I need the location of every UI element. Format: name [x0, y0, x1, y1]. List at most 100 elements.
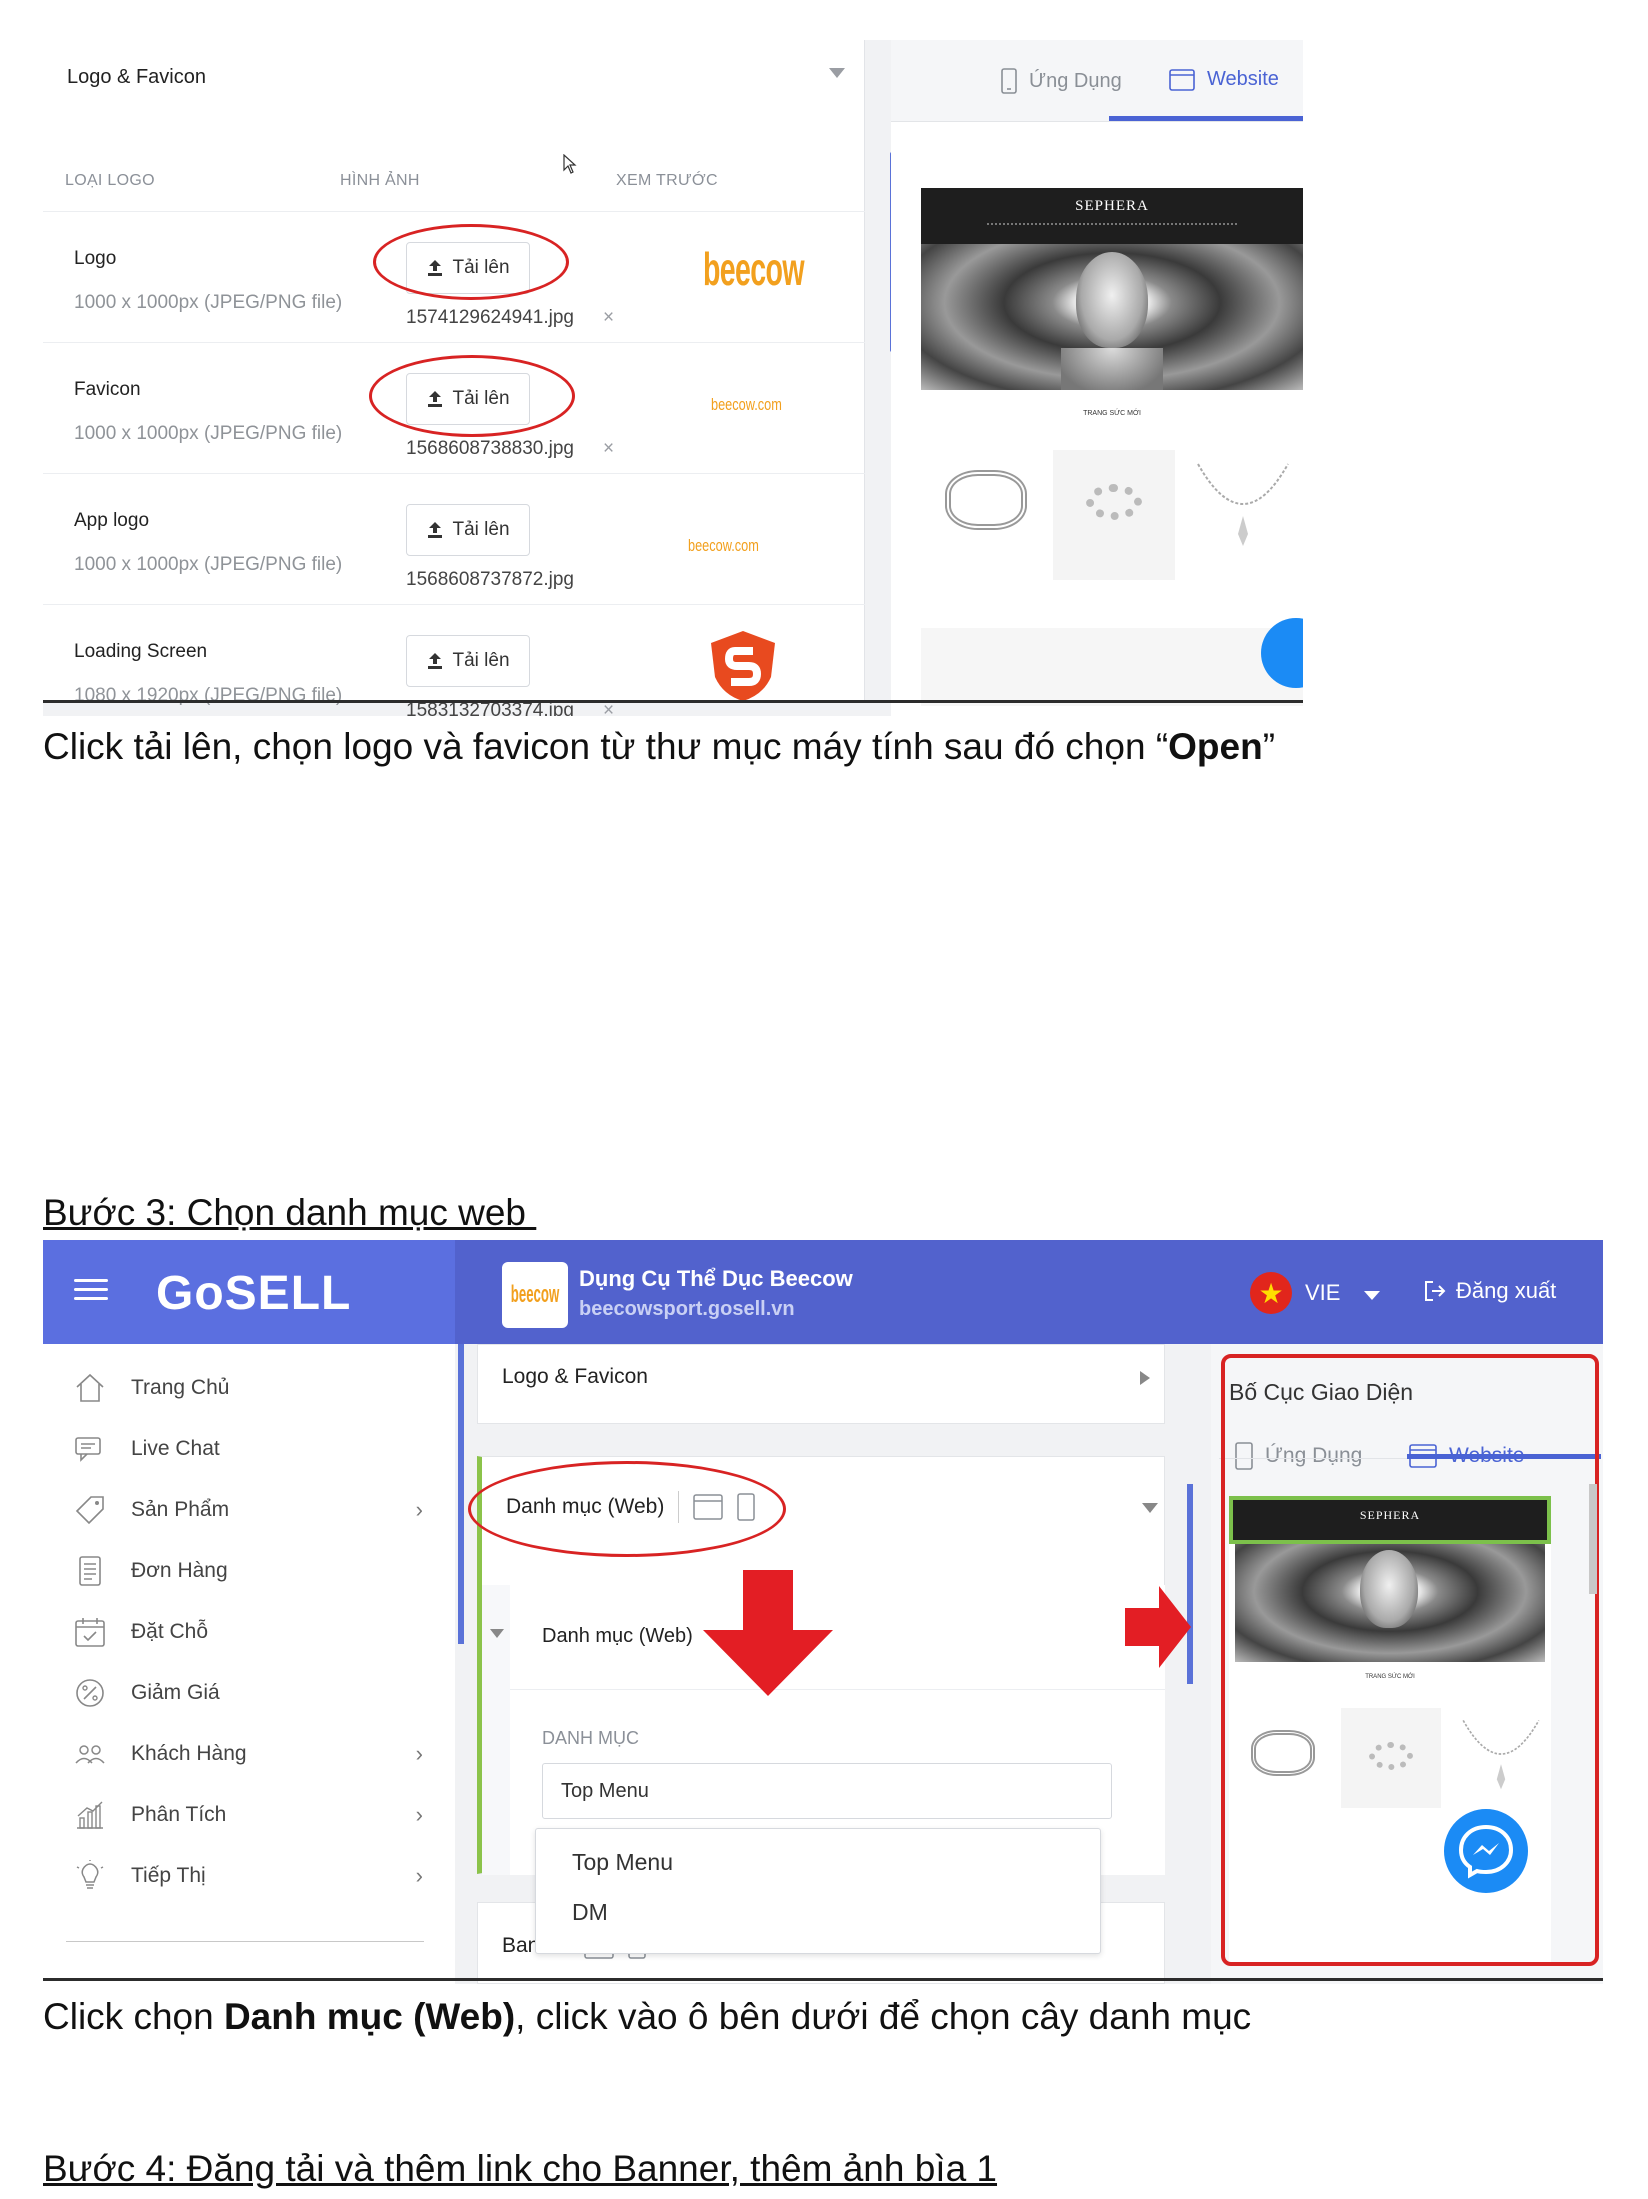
sidebar-item-label: Khách Hàng — [131, 1742, 247, 1765]
panel-title: Logo & Favicon — [67, 66, 206, 88]
chat-icon — [75, 1437, 101, 1462]
dropdown-option[interactable]: DM — [572, 1899, 608, 1926]
calendar-icon — [75, 1618, 105, 1647]
row-name: Loading Screen — [74, 641, 208, 662]
chevron-right-icon: › — [415, 1863, 423, 1888]
preview-panel: Ứng Dụng Website SEPHERA TRANG SỨC MỚI — [891, 40, 1303, 716]
section-title: Logo & Favicon — [502, 1365, 648, 1388]
upload-button[interactable]: Tải lên — [406, 635, 530, 687]
sidebar-item-customers[interactable]: Khách Hàng › — [73, 1734, 453, 1774]
chevron-right-icon: › — [415, 1741, 423, 1766]
hamburger-menu-icon[interactable] — [74, 1273, 108, 1306]
row-spec: 1000 x 1000px (JPEG/PNG file) — [74, 423, 343, 444]
caption-text-end: ” — [1262, 726, 1276, 767]
annotation-rectangle — [1221, 1354, 1599, 1966]
logo-row: Logo 1000 x 1000px (JPEG/PNG file) Tải l… — [43, 211, 865, 343]
vietnam-flag-icon[interactable]: ★ — [1250, 1272, 1292, 1314]
remove-file-icon[interactable]: × — [603, 307, 614, 329]
site-preview: SEPHERA TRANG SỨC MỚI — [921, 188, 1303, 706]
chevron-down-icon[interactable] — [1142, 1503, 1158, 1513]
sidebar-item-label: Phân Tích — [131, 1803, 227, 1826]
caption-text-end: , click vào ô bên dưới để chọn cây danh … — [515, 1996, 1252, 2037]
store-avatar-text: beecow — [510, 1281, 560, 1308]
sidebar-item-label: Đặt Chỗ — [131, 1620, 209, 1643]
sidebar-item-label: Đơn Hàng — [131, 1559, 228, 1582]
sidebar-item-live-chat[interactable]: Live Chat — [73, 1429, 453, 1469]
upload-icon — [428, 522, 443, 538]
sidebar-item-label: Giảm Giá — [131, 1681, 220, 1704]
caption-step-3: Click chọn Danh mục (Web), click vào ô b… — [43, 1996, 1251, 2038]
browser-icon — [1169, 68, 1195, 91]
product-image — [945, 470, 1027, 530]
sidebar-item-home[interactable]: Trang Chủ — [73, 1368, 453, 1408]
chevron-right-icon: › — [415, 1802, 423, 1827]
scrollbar[interactable] — [1589, 1484, 1597, 1594]
app-logo-preview: beecow.com — [688, 536, 759, 555]
sidebar-item-marketing[interactable]: Tiếp Thị › — [73, 1856, 453, 1896]
chevron-right-icon[interactable] — [1140, 1371, 1150, 1385]
chevron-down-icon[interactable] — [490, 1629, 504, 1638]
file-name: 1568608737872.jpg — [406, 569, 575, 590]
logo-favicon-section[interactable]: Logo & Favicon — [477, 1344, 1165, 1424]
caption-text: Click chọn — [43, 1996, 224, 2037]
sidebar-item-products[interactable]: Sản Phẩm › — [73, 1490, 453, 1530]
tab-app-label: Ứng Dụng — [1029, 69, 1122, 92]
dropdown-option[interactable]: Top Menu — [572, 1849, 673, 1876]
product-row-2 — [921, 628, 1303, 706]
column-header-logo-type: LOẠI LOGO — [65, 172, 155, 189]
site-section-title: TRANG SỨC MỚI — [1083, 410, 1141, 417]
necklace-image — [1197, 463, 1289, 546]
sidebar-item-booking[interactable]: Đặt Chỗ — [73, 1612, 453, 1652]
upload-button[interactable]: Tải lên — [406, 504, 530, 556]
sidebar-item-label: Tiếp Thị — [131, 1864, 206, 1887]
store-name: Dụng Cụ Thể Dục Beecow — [579, 1266, 853, 1291]
product-image — [1086, 484, 1142, 520]
model-face — [1076, 252, 1148, 348]
model-shoulders — [1061, 348, 1163, 390]
site-menu — [987, 223, 1237, 225]
store-url[interactable]: beecowsport.gosell.vn — [579, 1298, 795, 1321]
column-header-image: HÌNH ẢNH — [340, 172, 420, 189]
tab-website[interactable]: Website — [1169, 68, 1279, 91]
favicon-preview: beecow.com — [711, 395, 782, 414]
chevron-right-icon: › — [415, 1497, 423, 1522]
receipt-icon — [79, 1556, 101, 1586]
screenshot-logo-favicon: Logo & Favicon LOẠI LOGO HÌNH ẢNH XEM TR… — [43, 40, 1303, 716]
heading-step-3: Bước 3: Chọn danh mục web — [43, 1192, 537, 1233]
row-spec: 1080 x 1920px (JPEG/PNG file) — [74, 685, 343, 706]
product-card — [1053, 450, 1175, 580]
product-card — [1185, 450, 1303, 580]
row-spec: 1000 x 1000px (JPEG/PNG file) — [74, 292, 343, 313]
scrollbar[interactable] — [458, 1344, 464, 1644]
row-name: Logo — [74, 248, 117, 269]
remove-file-icon[interactable]: × — [603, 438, 614, 460]
favicon-row: Favicon 1000 x 1000px (JPEG/PNG file) Tả… — [43, 342, 865, 474]
layout-preview-panel: Bố Cục Giao Diện Ứng Dụng Website SEPHER… — [1211, 1344, 1603, 1984]
brand-bar: GoSELL — [43, 1240, 455, 1344]
gosell-logo[interactable]: GoSELL — [156, 1266, 351, 1321]
subsection-title[interactable]: Danh mục (Web) — [542, 1625, 693, 1648]
upload-button-label: Tải lên — [452, 519, 510, 540]
divider — [43, 1978, 1603, 1981]
row-name: App logo — [74, 510, 150, 531]
sidebar-item-label: Trang Chủ — [131, 1376, 230, 1399]
sidebar-item-analytics[interactable]: Phân Tích › — [73, 1795, 453, 1835]
shield-logo-icon — [711, 631, 775, 701]
sidebar-item-orders[interactable]: Đơn Hàng — [73, 1551, 453, 1591]
app-logo-row: App logo 1000 x 1000px (JPEG/PNG file) T… — [43, 473, 865, 605]
caption-bold: Danh mục (Web) — [223, 1996, 516, 2037]
screenshot-menu-web: GoSELL beecow Dụng Cụ Thể Dục Beecow bee… — [43, 1240, 1603, 1984]
preview-tabs: Ứng Dụng Website — [891, 40, 1303, 122]
upload-button-label: Tải lên — [452, 650, 510, 671]
chevron-down-icon[interactable] — [1364, 1291, 1380, 1300]
store-avatar[interactable]: beecow — [502, 1262, 568, 1328]
menu-select[interactable]: Top Menu — [542, 1763, 1112, 1819]
language-selector[interactable]: VIE — [1305, 1280, 1340, 1306]
tab-app[interactable]: Ứng Dụng — [1001, 68, 1122, 94]
site-brand: SEPHERA — [1075, 198, 1149, 214]
sidebar-item-discounts[interactable]: Giảm Giá — [73, 1673, 453, 1713]
active-tab-indicator — [1109, 116, 1303, 121]
logout-button[interactable]: Đăng xuất — [1424, 1278, 1556, 1304]
collapse-caret-icon[interactable] — [829, 68, 845, 78]
site-header: SEPHERA — [921, 188, 1303, 244]
